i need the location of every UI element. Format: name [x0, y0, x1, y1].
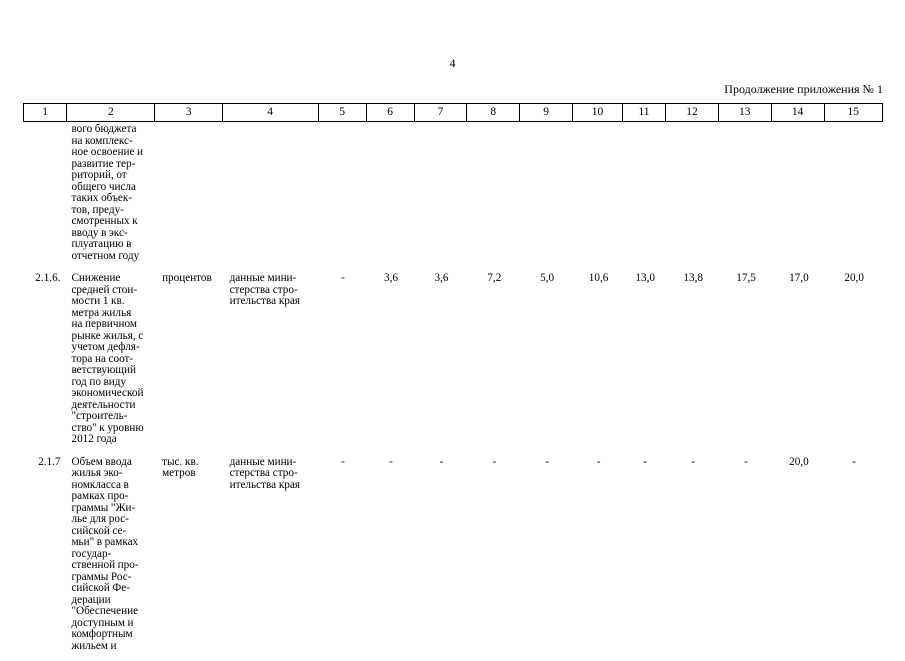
table-column-header-14: 14	[772, 104, 825, 121]
row-spacer	[23, 446, 883, 455]
table-row: 2.1.7 Объем ввода жилья эко-номкласса в рам…	[23, 455, 883, 653]
row-value-cell-col-13	[720, 122, 773, 124]
row-description-cell: вого бюджета на комплекс-ное освоение и ра…	[71, 123, 144, 262]
row-value-cell-col-13: 17,5	[736, 272, 756, 284]
table-column-header-6: 6	[367, 104, 415, 121]
row-value-cell-col-12: 13,8	[683, 272, 703, 284]
row-value-cell-col-8: -	[492, 455, 497, 468]
row-unit-cell	[155, 122, 223, 124]
table-column-header-13: 13	[719, 104, 772, 121]
row-value-cell-col-5: -	[341, 455, 345, 468]
table-column-header-9: 9	[520, 104, 573, 121]
row-description-cell: Снижение средней стои-мости 1 кв. метра жи…	[71, 272, 144, 445]
row-source-cell: данные мини-стерства стро-ительства края	[229, 272, 301, 307]
table-column-header-2: 2	[67, 104, 156, 121]
row-value-cell-col-10	[574, 122, 624, 124]
row-value-cell-col-5: -	[341, 272, 345, 284]
row-value-cell-col-11	[624, 122, 667, 124]
row-spacer	[23, 262, 883, 271]
table-row: вого бюджета на комплекс-ное освоение и ра…	[23, 122, 883, 262]
row-value-cell-col-11: 13,0	[635, 272, 655, 284]
table-column-header-1: 1	[24, 104, 68, 121]
table-column-header-15: 15	[847, 106, 860, 118]
table-column-header-8: 8	[467, 104, 521, 121]
row-value-cell-col-15: -	[852, 455, 856, 468]
table-row: 2.1.6. Снижение средней стои-мости 1 кв. ме…	[23, 271, 883, 446]
table-body: вого бюджета на комплекс-ное освоение и ра…	[23, 122, 883, 661]
row-index-cell: 2.1.6.	[35, 272, 61, 284]
page-number: 4	[449, 56, 456, 70]
table-column-header-4: 4	[223, 104, 319, 121]
row-value-cell-col-15	[825, 122, 883, 124]
row-value-cell-col-10: -	[596, 455, 601, 468]
row-description-cell: Объем ввода жилья эко-номкласса в рамках п…	[71, 455, 139, 652]
row-value-cell-col-11: -	[643, 455, 648, 468]
row-spacer	[23, 652, 883, 661]
row-value-cell-col-7: 3,6	[434, 272, 449, 284]
row-value-cell-col-14: 17,0	[789, 272, 809, 284]
row-source-cell: данные мини-стерства стро-ительства края	[229, 455, 301, 491]
document-page: 4 Продолжение приложения № 1 1 2 3 4 5 6 7 8 9 10…	[0, 0, 905, 651]
row-index-cell	[23, 122, 66, 124]
row-index-cell: 2.1.7	[38, 455, 61, 468]
row-value-cell-col-13: -	[744, 455, 748, 468]
appendix-continuation-caption: Продолжение приложения № 1	[724, 82, 883, 96]
row-value-cell-col-8	[468, 122, 521, 124]
row-value-cell-col-6	[367, 122, 415, 124]
row-value-cell-col-12	[667, 122, 720, 124]
row-value-cell-col-6: -	[389, 455, 393, 468]
row-value-cell-col-14: 20,0	[789, 455, 809, 468]
table-column-header-3: 3	[155, 104, 223, 121]
table-column-header-5: 5	[319, 104, 367, 121]
row-unit-cell: тыс. кв. метров	[162, 455, 199, 479]
row-value-cell-col-8: 7,2	[487, 272, 502, 284]
row-value-cell-col-6: 3,6	[384, 272, 399, 284]
table-column-header-10: 10	[573, 104, 623, 121]
row-value-cell-col-5	[319, 122, 367, 124]
table-column-header-row: 1 2 3 4 5 6 7 8 9 10 11 12 13 14 15	[23, 103, 883, 122]
row-value-cell-col-15: 20,0	[844, 272, 864, 284]
row-value-cell-col-7: -	[439, 455, 444, 468]
row-value-cell-col-9: -	[545, 455, 550, 468]
row-value-cell-col-9: 5,0	[540, 272, 555, 284]
row-source-cell	[223, 122, 319, 124]
table-column-header-7: 7	[415, 104, 468, 121]
table-column-header-12: 12	[666, 104, 719, 121]
row-value-cell-col-7	[415, 122, 468, 124]
row-value-cell-col-10: 10,6	[588, 272, 609, 284]
row-unit-cell: процентов	[162, 272, 212, 284]
row-value-cell-col-12: -	[691, 455, 696, 468]
row-value-cell-col-9	[521, 122, 574, 124]
table-column-header-11: 11	[623, 104, 667, 121]
row-value-cell-col-14	[772, 122, 825, 124]
